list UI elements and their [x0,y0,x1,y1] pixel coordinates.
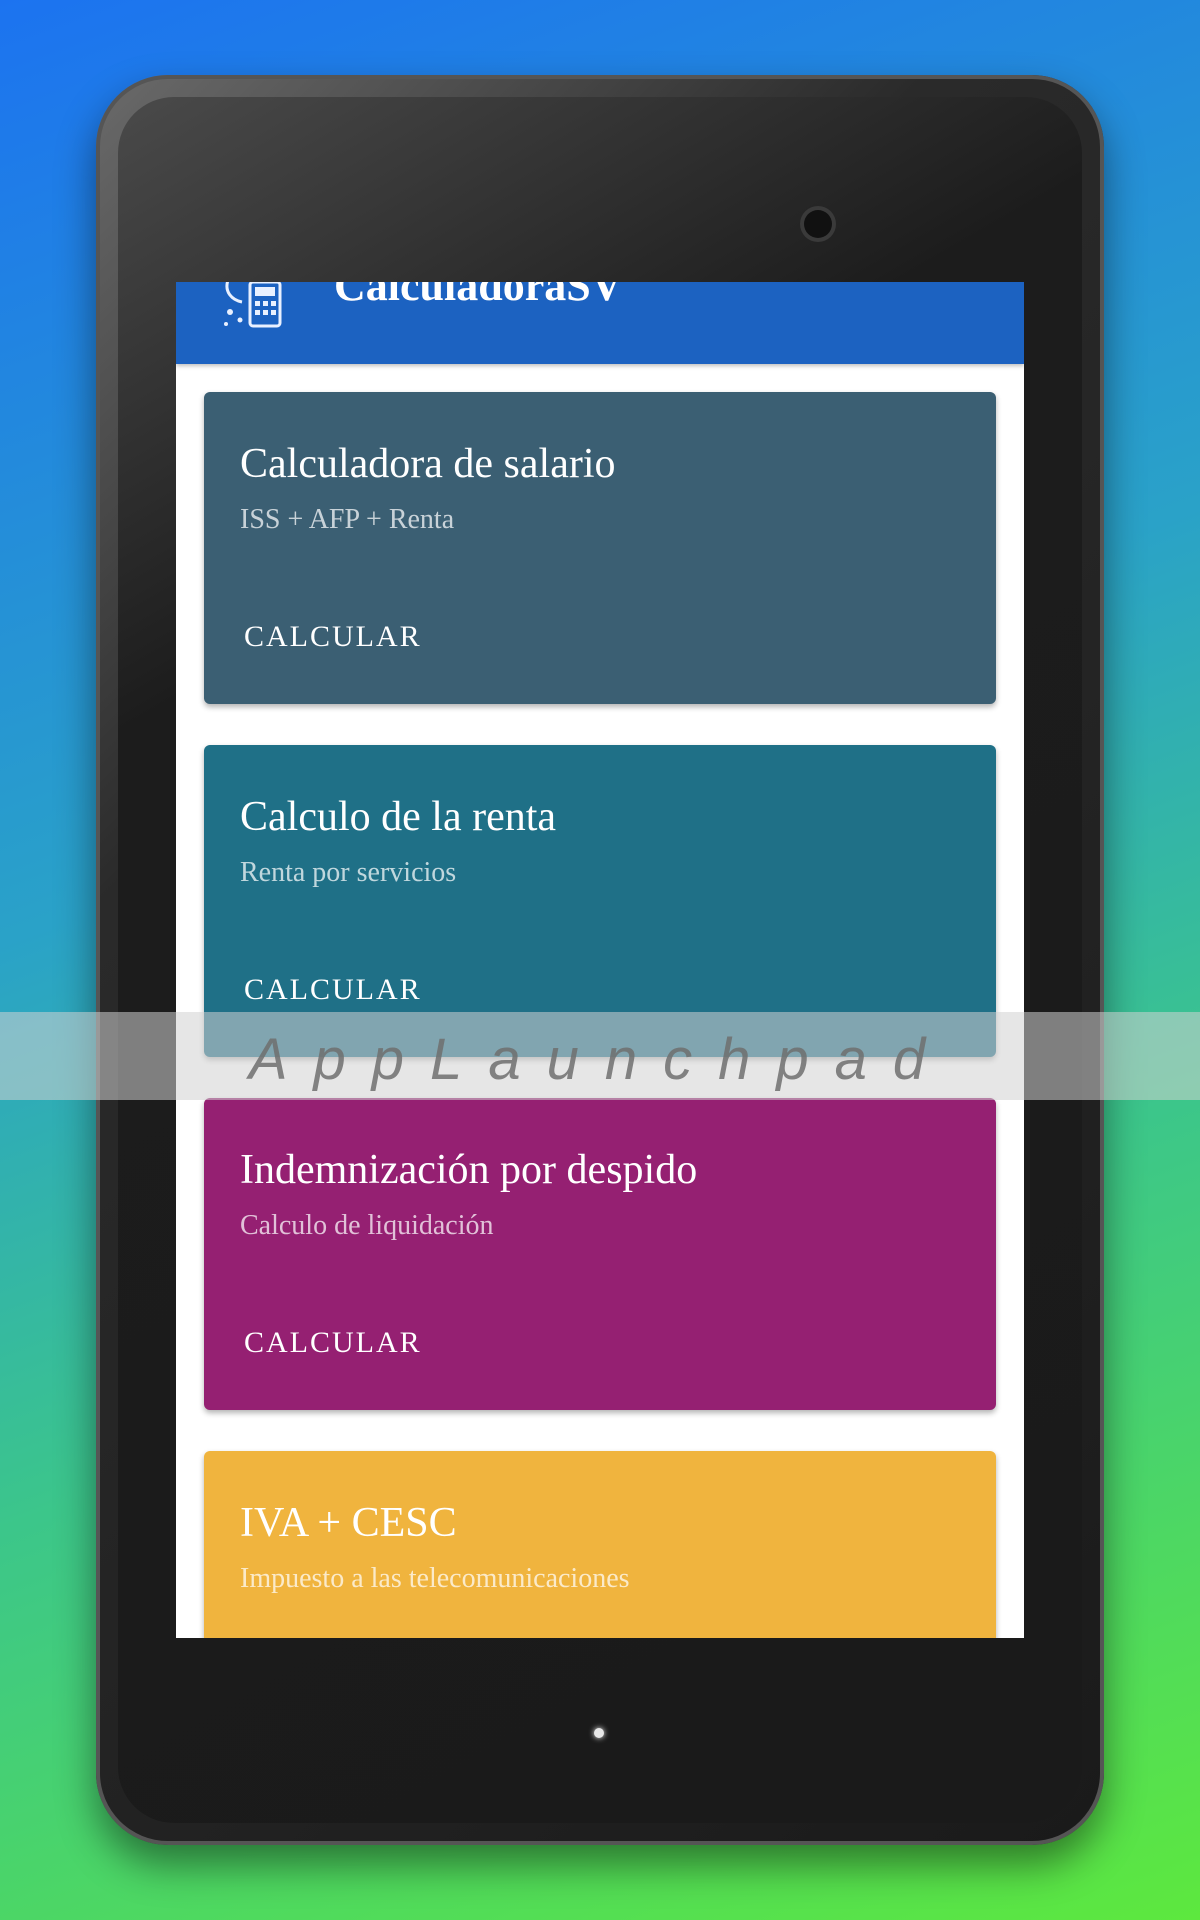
calcular-button[interactable]: CALCULAR [244,1326,422,1360]
calculator-icon [224,282,282,328]
card-title: Calculadora de salario [240,441,616,487]
card-income-tax[interactable]: Calculo de la renta Renta por servicios … [204,745,996,1057]
app-screen: CalculadoraSV Calculadora de salario ISS… [176,282,1024,1638]
home-indicator [594,1728,604,1738]
card-subtitle: ISS + AFP + Renta [240,504,455,535]
camera-icon [804,210,832,238]
calcular-button[interactable]: CALCULAR [244,620,422,654]
card-subtitle: Calculo de liquidación [240,1210,494,1241]
card-salary-calculator[interactable]: Calculadora de salario ISS + AFP + Renta… [204,392,996,704]
watermark-banner: AppLaunchpad [0,1012,1200,1100]
calcular-button[interactable]: CALCULAR [244,973,422,1007]
card-title: IVA + CESC [240,1500,457,1546]
card-title: Indemnización por despido [240,1147,698,1193]
app-title: CalculadoraSV [334,282,623,310]
card-title: Calculo de la renta [240,794,557,840]
watermark-text: AppLaunchpad [248,1027,952,1092]
card-severance[interactable]: Indemnización por despido Calculo de liq… [204,1098,996,1410]
card-subtitle: Impuesto a las telecomunicaciones [240,1563,630,1594]
card-iva-cesc[interactable]: IVA + CESC Impuesto a las telecomunicaci… [204,1451,996,1638]
app-bar: CalculadoraSV [176,282,1024,364]
card-subtitle: Renta por servicios [240,857,457,888]
